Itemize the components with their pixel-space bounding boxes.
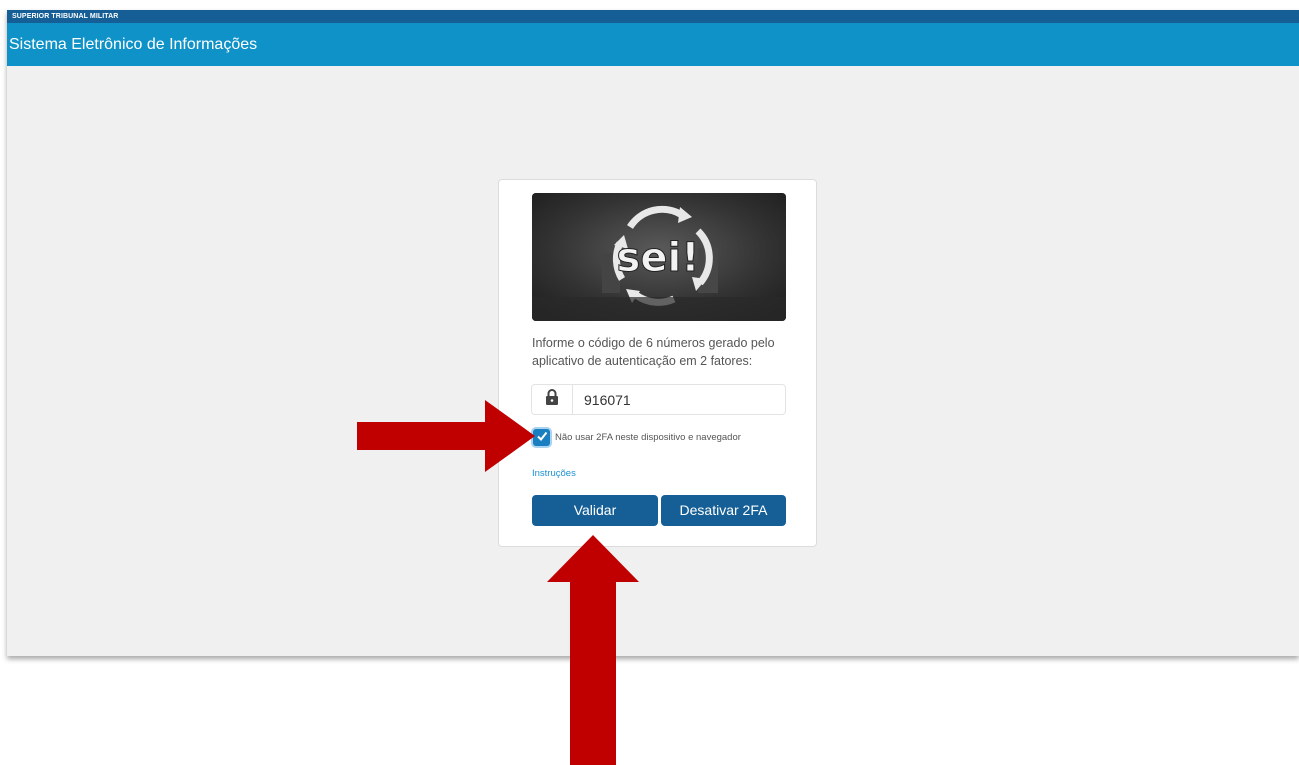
instructions-link[interactable]: Instruções xyxy=(532,468,576,479)
code-input-group xyxy=(531,384,786,415)
sei-logo-text: sei! xyxy=(617,235,700,281)
two-factor-prompt: Informe o código de 6 números gerado pel… xyxy=(532,336,775,368)
validate-button[interactable]: Validar xyxy=(532,495,658,526)
code-addon xyxy=(532,385,573,414)
system-title[interactable]: Sistema Eletrônico de Informações xyxy=(9,36,257,53)
sei-logo-banner: sei! xyxy=(532,193,786,321)
screenshot-stage: SUPERIOR TRIBUNAL MILITAR Sistema Eletrô… xyxy=(0,0,1299,765)
two-factor-login-card: sei! Informe o código de 6 números gerad… xyxy=(498,179,817,547)
remember-device-row: Não usar 2FA neste dispositivo e navegad… xyxy=(533,429,741,446)
sei-logo-image: sei! xyxy=(532,193,786,321)
browser-viewport: SUPERIOR TRIBUNAL MILITAR Sistema Eletrô… xyxy=(7,10,1299,656)
system-title-bar: Sistema Eletrônico de Informações xyxy=(7,23,1299,66)
organization-bar: SUPERIOR TRIBUNAL MILITAR xyxy=(7,10,1299,23)
lock-icon xyxy=(545,389,559,410)
authentication-code-input[interactable] xyxy=(573,385,776,414)
disable-2fa-button[interactable]: Desativar 2FA xyxy=(661,495,786,526)
remember-device-label[interactable]: Não usar 2FA neste dispositivo e navegad… xyxy=(555,432,741,443)
check-icon xyxy=(536,429,548,447)
remember-device-checkbox[interactable] xyxy=(533,429,550,446)
